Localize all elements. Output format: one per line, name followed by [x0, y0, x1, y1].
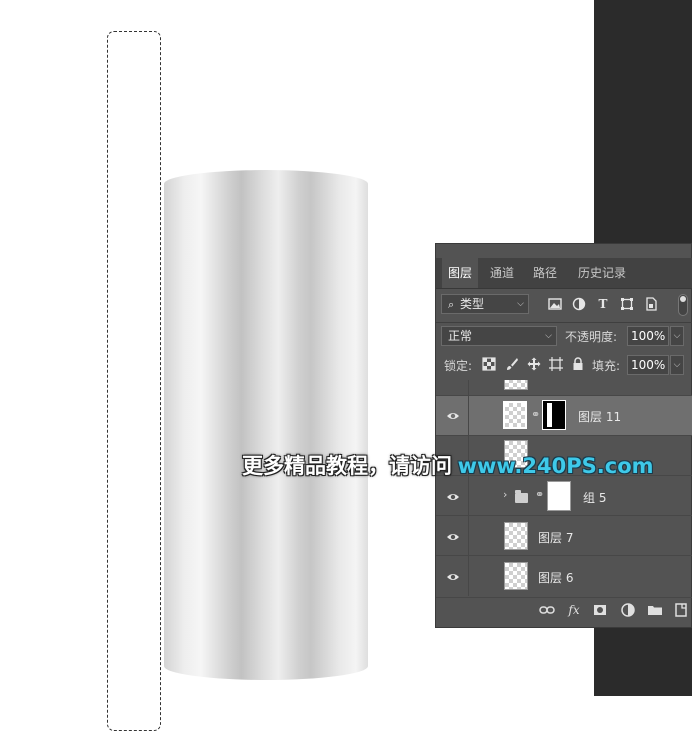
- eye-icon[interactable]: [446, 490, 460, 504]
- lock-image-pixels-icon[interactable]: [505, 357, 519, 371]
- link-chain-icon[interactable]: ⚭: [531, 408, 540, 421]
- add-mask-icon[interactable]: [592, 602, 608, 618]
- layer-row-layer-6[interactable]: 图层 6: [436, 556, 692, 596]
- layers-list: ⚭ 图层 11 › ⚭ 组 5 图层 7 图层 6: [436, 380, 692, 604]
- type-filter-icon[interactable]: T: [596, 297, 610, 311]
- visibility-column: [468, 516, 469, 555]
- fill-dropdown-button[interactable]: ⌵: [670, 355, 684, 375]
- opacity-input[interactable]: 100%: [627, 326, 669, 346]
- tab-layers[interactable]: 图层: [442, 258, 478, 288]
- link-chain-icon[interactable]: ⚭: [535, 488, 544, 501]
- layer-thumbnail: [504, 522, 528, 550]
- filter-kind-select[interactable]: ⌕ 类型 ⌵: [441, 294, 529, 314]
- shape-filter-icon[interactable]: [620, 297, 634, 311]
- layer-row-partial[interactable]: [436, 380, 692, 396]
- fill-input[interactable]: 100%: [627, 355, 669, 375]
- eye-icon[interactable]: [446, 570, 460, 584]
- search-icon: ⌕: [448, 298, 455, 311]
- adjustment-filter-icon[interactable]: [572, 297, 586, 311]
- blend-mode-value: 正常: [448, 329, 473, 343]
- lock-label: 锁定:: [444, 359, 473, 373]
- fill-label: 填充:: [592, 359, 621, 373]
- watermark-text: 更多精品教程，请访问: [242, 454, 452, 478]
- lock-transparent-pixels-icon[interactable]: [482, 357, 496, 371]
- layer-thumbnail: [504, 562, 528, 590]
- chevron-down-icon: ⌵: [517, 299, 524, 309]
- link-layers-icon[interactable]: [539, 602, 555, 618]
- layer-name[interactable]: 组 5: [583, 489, 606, 506]
- layer-mask-thumbnail[interactable]: [547, 481, 571, 511]
- layer-thumbnail: [503, 401, 527, 429]
- mask-white-bar: [547, 403, 552, 427]
- new-layer-icon[interactable]: [673, 602, 689, 618]
- layers-panel: 图层 通道 路径 历史记录 ⌕ 类型 ⌵ T 正常 ⌵ 不透明度: 100% ⌵…: [435, 243, 692, 628]
- tab-history[interactable]: 历史记录: [571, 258, 633, 288]
- visibility-column: [468, 380, 469, 395]
- image-filter-icon[interactable]: [548, 297, 562, 311]
- divider: [436, 322, 692, 323]
- layer-row-layer-11[interactable]: ⚭ 图层 11: [436, 396, 692, 436]
- layer-row-layer-7[interactable]: 图层 7: [436, 516, 692, 556]
- new-group-folder-icon[interactable]: [647, 602, 663, 618]
- lock-position-icon[interactable]: [527, 357, 541, 371]
- layers-bottom-toolbar: fx: [436, 597, 692, 624]
- watermark-url: www.240PS.com: [457, 454, 654, 478]
- lock-all-icon[interactable]: [571, 357, 585, 371]
- eye-icon[interactable]: [446, 530, 460, 544]
- blend-mode-select[interactable]: 正常 ⌵: [441, 326, 557, 346]
- new-adjustment-layer-icon[interactable]: [620, 602, 636, 618]
- tab-paths[interactable]: 路径: [527, 258, 563, 288]
- layer-name[interactable]: 图层 11: [578, 408, 621, 425]
- visibility-column: [468, 556, 469, 596]
- watermark: 更多精品教程，请访问 www.240PS.com: [242, 450, 654, 482]
- opacity-dropdown-button[interactable]: ⌵: [670, 326, 684, 346]
- chevron-down-icon: ⌵: [545, 331, 552, 341]
- layer-thumbnail: [504, 380, 528, 390]
- smart-object-filter-icon[interactable]: [644, 297, 658, 311]
- toggle-dot: [680, 296, 686, 302]
- eye-icon[interactable]: [446, 409, 460, 423]
- cylinder-shape: [164, 170, 368, 680]
- selection-marquee: [107, 31, 161, 731]
- filter-kind-label: 类型: [460, 297, 485, 311]
- layer-style-fx-icon[interactable]: fx: [566, 602, 582, 618]
- layer-mask-thumbnail[interactable]: [542, 400, 566, 430]
- layer-name[interactable]: 图层 7: [538, 529, 573, 546]
- folder-icon: [515, 490, 528, 503]
- layer-name[interactable]: 图层 6: [538, 569, 573, 586]
- filter-row: ⌕ 类型 ⌵ T: [441, 294, 689, 318]
- filter-toggle[interactable]: [678, 294, 688, 316]
- lock-artboard-icon[interactable]: [549, 357, 563, 371]
- panel-tabs: 图层 通道 路径 历史记录: [436, 258, 692, 289]
- tab-channels[interactable]: 通道: [484, 258, 520, 288]
- visibility-column: [468, 396, 469, 435]
- opacity-label: 不透明度:: [565, 330, 618, 344]
- chevron-right-icon[interactable]: ›: [503, 488, 507, 501]
